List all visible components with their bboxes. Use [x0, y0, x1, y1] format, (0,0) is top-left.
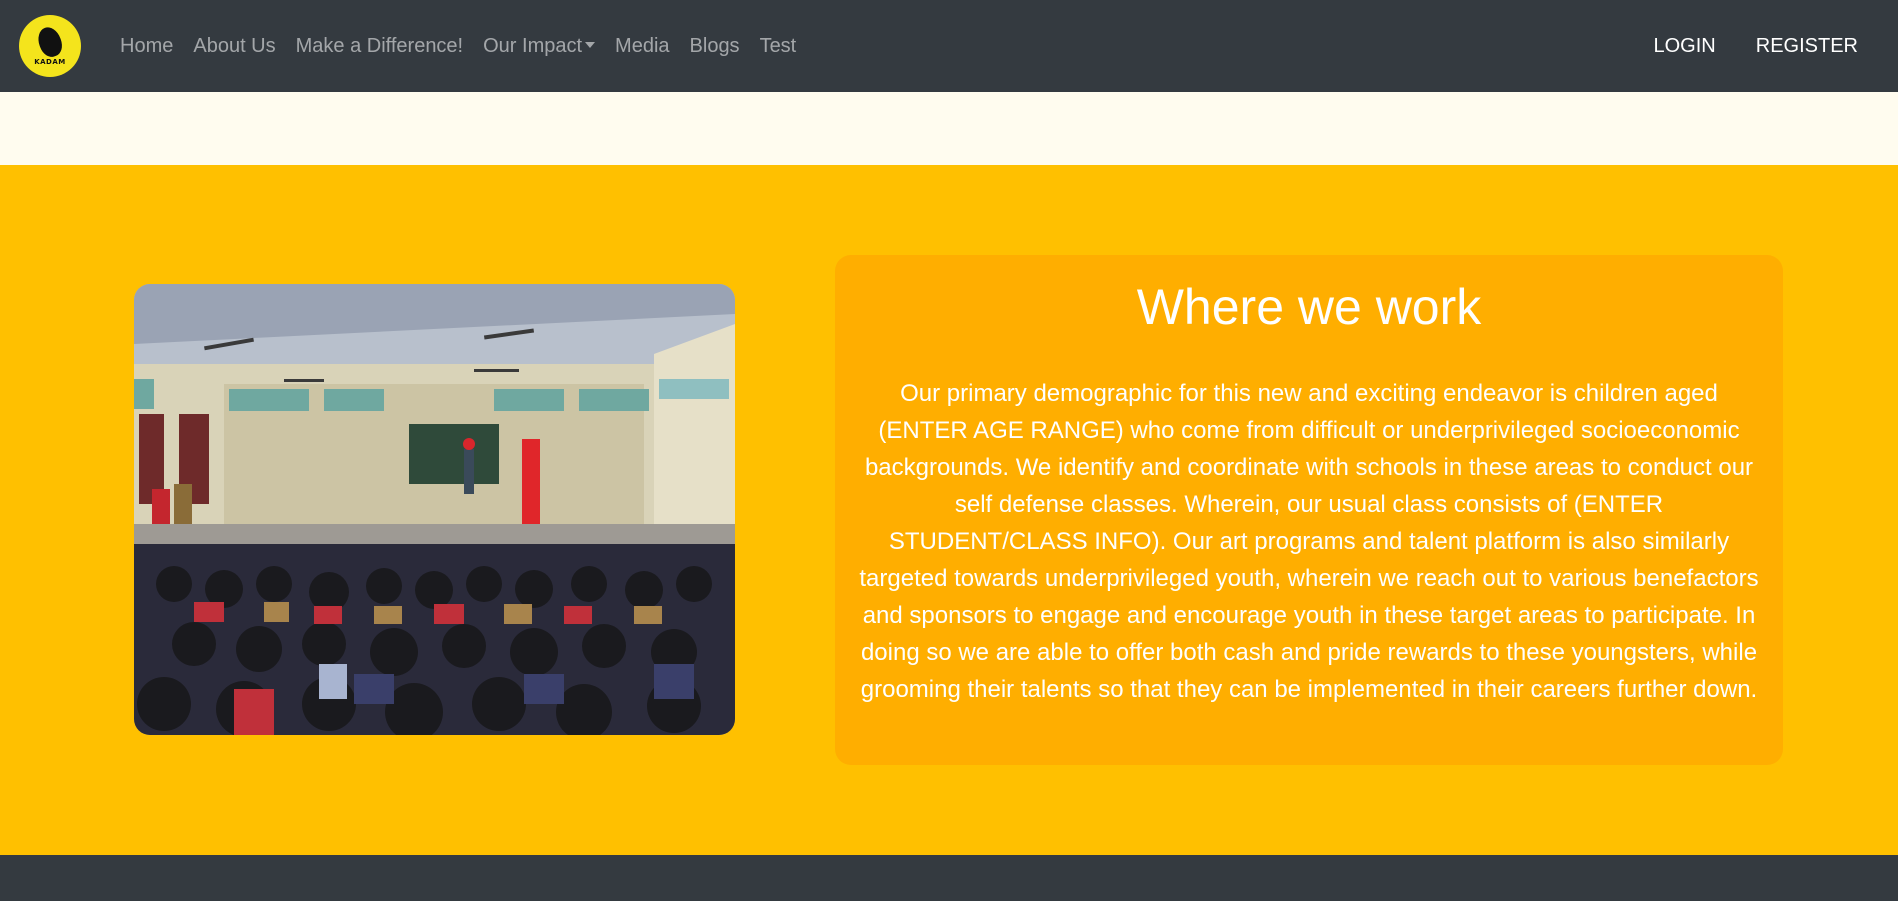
section-body: Our primary demographic for this new and…: [859, 380, 1759, 703]
caret-down-icon: [585, 41, 596, 48]
nav-link-about-us[interactable]: About Us: [183, 35, 285, 58]
nav-link-home[interactable]: Home: [110, 35, 183, 58]
nav-dropdown-our-impact[interactable]: Our Impact: [473, 35, 605, 58]
footer: [0, 855, 1898, 901]
page: KADAM Home About Us Make a Difference! O…: [0, 0, 1902, 901]
where-we-work-card: Where we work Our primary demographic fo…: [835, 255, 1783, 765]
brand-text: KADAM: [34, 57, 66, 66]
brand-logo[interactable]: KADAM: [19, 15, 81, 77]
nav-link-our-impact-label: Our Impact: [483, 34, 583, 57]
classroom-photo: [134, 284, 735, 735]
section-title: Where we work: [1136, 279, 1482, 335]
cream-banner: [0, 92, 1898, 165]
top-navbar: KADAM Home About Us Make a Difference! O…: [0, 0, 1898, 92]
classroom-illustration: [134, 284, 735, 735]
register-link[interactable]: REGISTER: [1736, 35, 1898, 58]
login-link[interactable]: LOGIN: [1634, 35, 1736, 58]
nav-link-test[interactable]: Test: [750, 35, 807, 58]
where-we-work-section: Where we work Our primary demographic fo…: [0, 165, 1898, 855]
nav-link-make-a-difference[interactable]: Make a Difference!: [286, 35, 474, 58]
footprint-logo-icon: [34, 23, 66, 60]
nav-link-media[interactable]: Media: [605, 35, 679, 58]
nav-link-blogs[interactable]: Blogs: [680, 35, 750, 58]
auth-links: LOGIN REGISTER: [1634, 0, 1899, 92]
nav-links: Home About Us Make a Difference! Our Imp…: [110, 0, 806, 92]
scrollbar-edge: [1898, 0, 1902, 901]
